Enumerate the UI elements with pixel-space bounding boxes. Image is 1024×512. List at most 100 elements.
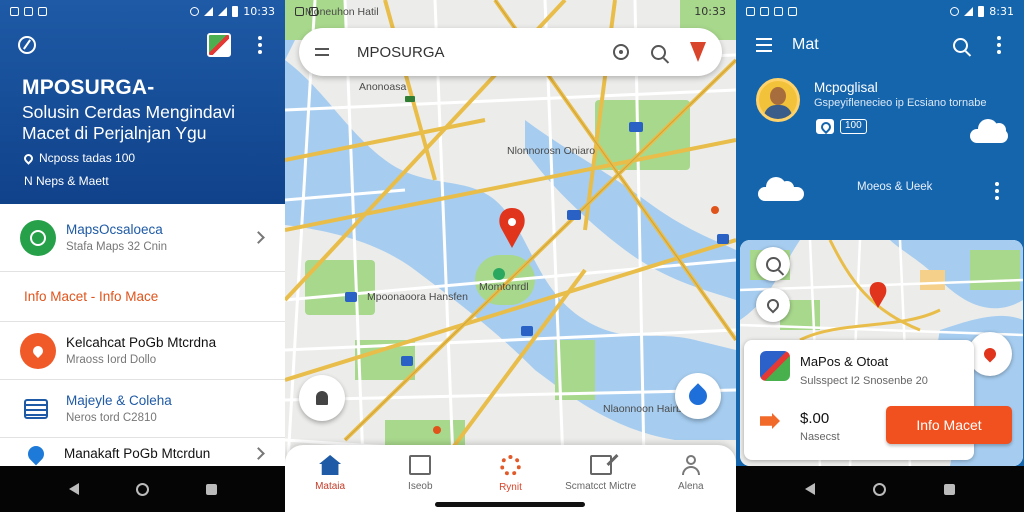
notification-icon <box>10 6 19 16</box>
screen-profile: 8:31 Mat Mcpoglisal Gspeyiflenecieo ip E… <box>736 0 1024 512</box>
person-icon <box>681 455 700 475</box>
more-menu-icon[interactable] <box>992 36 1006 54</box>
notification-icon <box>295 6 304 16</box>
nav-label: Scmatcct Mictre <box>565 481 637 492</box>
search-icon <box>765 256 781 272</box>
notification-icon <box>24 6 33 16</box>
system-nav-bar <box>736 466 1024 512</box>
alarm-icon <box>190 6 200 16</box>
status-time: 10:33 <box>243 4 275 18</box>
map-label: Mpoonaoora Hansfen <box>367 291 468 303</box>
more-menu-icon[interactable] <box>253 36 267 54</box>
avatar[interactable] <box>756 78 800 122</box>
maps-search-icon <box>20 219 56 256</box>
book-icon <box>409 455 432 475</box>
status-bar: 8:31 <box>736 0 1024 22</box>
place-description: Sulsspect I2 Snosenbe 20 <box>800 375 928 387</box>
map-search-button[interactable] <box>756 247 790 281</box>
location-button[interactable] <box>968 332 1012 376</box>
gear-icon <box>499 455 521 476</box>
hero-header: 10:33 MPOSURGA- Solusin Cerdas Mengindav… <box>0 0 285 204</box>
status-bar: 10:33 <box>285 0 736 22</box>
app-subtitle: Solusin Cerdas Mengindavi Macet di Perja… <box>22 102 236 143</box>
list-item-title: Kelcahcat PoGb Mtcrdna <box>66 335 217 350</box>
navigation-icon <box>685 383 711 409</box>
navigate-button[interactable] <box>675 373 721 419</box>
back-icon[interactable] <box>68 483 79 495</box>
list-item-subtitle: Mraoss Iord Dollo <box>66 354 157 366</box>
maps-app-icon <box>760 351 790 381</box>
recents-icon[interactable] <box>944 483 955 495</box>
location-meta-text: Ncposs tadas 100 <box>39 151 136 165</box>
home-icon <box>319 455 342 475</box>
app-bar-title: Mat <box>792 36 819 53</box>
list-item-schedule[interactable]: Majeyle & Coleha Neros tord C2810 <box>0 380 285 438</box>
notification-icon <box>774 6 783 16</box>
location-pin-icon <box>22 151 35 165</box>
screen-home: 10:33 MPOSURGA- Solusin Cerdas Mengindav… <box>0 0 285 512</box>
nav-item-home[interactable]: Mataia <box>290 455 370 512</box>
list-item-title: MapsOcsaloeca <box>66 222 163 237</box>
count-badge: 100 <box>840 119 867 134</box>
wifi-icon <box>204 6 214 16</box>
alert-button[interactable] <box>299 375 345 421</box>
home-circle-icon[interactable] <box>135 482 149 496</box>
notification-icon <box>760 6 769 16</box>
app-title: MPOSURGA- <box>22 76 155 99</box>
notification-icon <box>309 6 318 16</box>
search-input[interactable]: MPOSURGA <box>357 44 613 61</box>
location-marker-icon <box>981 345 999 363</box>
search-icon[interactable] <box>651 44 666 60</box>
list-item-subtitle: Neros tord C2810 <box>66 412 157 424</box>
search-icon[interactable] <box>953 37 968 53</box>
more-menu-icon[interactable] <box>990 182 1004 200</box>
home-indicator[interactable] <box>435 502 585 507</box>
maps-app-icon[interactable] <box>207 33 231 57</box>
map-canvas[interactable]: Moneuhon Hatil Anonoasa Nlonnorosn Oniar… <box>285 0 736 512</box>
battery-icon <box>978 5 985 17</box>
list-item-title: Manakaft PoGb Mtcrdun <box>64 446 211 461</box>
gallery-icon <box>38 6 47 16</box>
map-label: Momtonrdl <box>479 281 529 293</box>
nav-label: Iseob <box>408 481 433 492</box>
user-subtitle: Gspeyiflenecieo ip Ecsiano tornabe <box>814 97 987 109</box>
location-marker-icon <box>20 332 56 369</box>
menu-icon[interactable] <box>315 48 329 56</box>
list-item-maps[interactable]: MapsOcsaloeca Stafa Maps 32 Cnin <box>0 204 285 272</box>
location-meta: Ncposs tadas 100 <box>22 151 136 165</box>
compass-icon[interactable] <box>18 36 36 54</box>
status-time: 10:33 <box>694 4 726 18</box>
menu-icon[interactable] <box>756 38 772 52</box>
signal-icon <box>218 6 228 16</box>
back-icon[interactable] <box>805 483 815 495</box>
poi-marker[interactable] <box>493 268 505 280</box>
nav-item-account[interactable]: Alena <box>651 455 731 512</box>
gps-locate-icon[interactable] <box>613 44 629 60</box>
list-item-route[interactable]: Kelcahcat PoGb Mtcrdna Mraoss Iord Dollo <box>0 322 285 380</box>
nav-label: Mataia <box>315 481 346 492</box>
map-pin-outline-icon <box>764 296 782 314</box>
app-bar <box>18 30 267 60</box>
price-label: Nasecst <box>800 431 840 443</box>
app-bar: Mat <box>756 30 1006 60</box>
route-shield-icon <box>567 210 581 220</box>
notification-icon <box>788 6 797 16</box>
follow-text: Moeos & Ueek <box>857 181 933 193</box>
search-bar[interactable]: MPOSURGA <box>299 28 722 76</box>
directions-icon[interactable] <box>690 42 706 62</box>
chevron-right-icon <box>252 447 265 460</box>
cloud-icon <box>758 177 804 201</box>
recents-icon[interactable] <box>205 483 217 495</box>
chevron-right-icon <box>252 230 265 244</box>
battery-icon <box>232 5 239 17</box>
section-title-info-macet: Info Macet - Info Mace <box>0 272 285 322</box>
home-circle-icon[interactable] <box>873 482 886 496</box>
list-item-title: Majeyle & Coleha <box>66 393 172 408</box>
tag-icon <box>760 413 780 429</box>
user-name: Mcpoglisal <box>814 80 878 95</box>
info-macet-button[interactable]: Info Macet <box>886 406 1012 444</box>
map-pin-button[interactable] <box>756 288 790 322</box>
notification-icon <box>746 6 755 16</box>
status-time: 8:31 <box>989 4 1014 18</box>
map-card: MaPos & Otoat Sulsspect I2 Snosenbe 20 $… <box>740 240 1023 466</box>
